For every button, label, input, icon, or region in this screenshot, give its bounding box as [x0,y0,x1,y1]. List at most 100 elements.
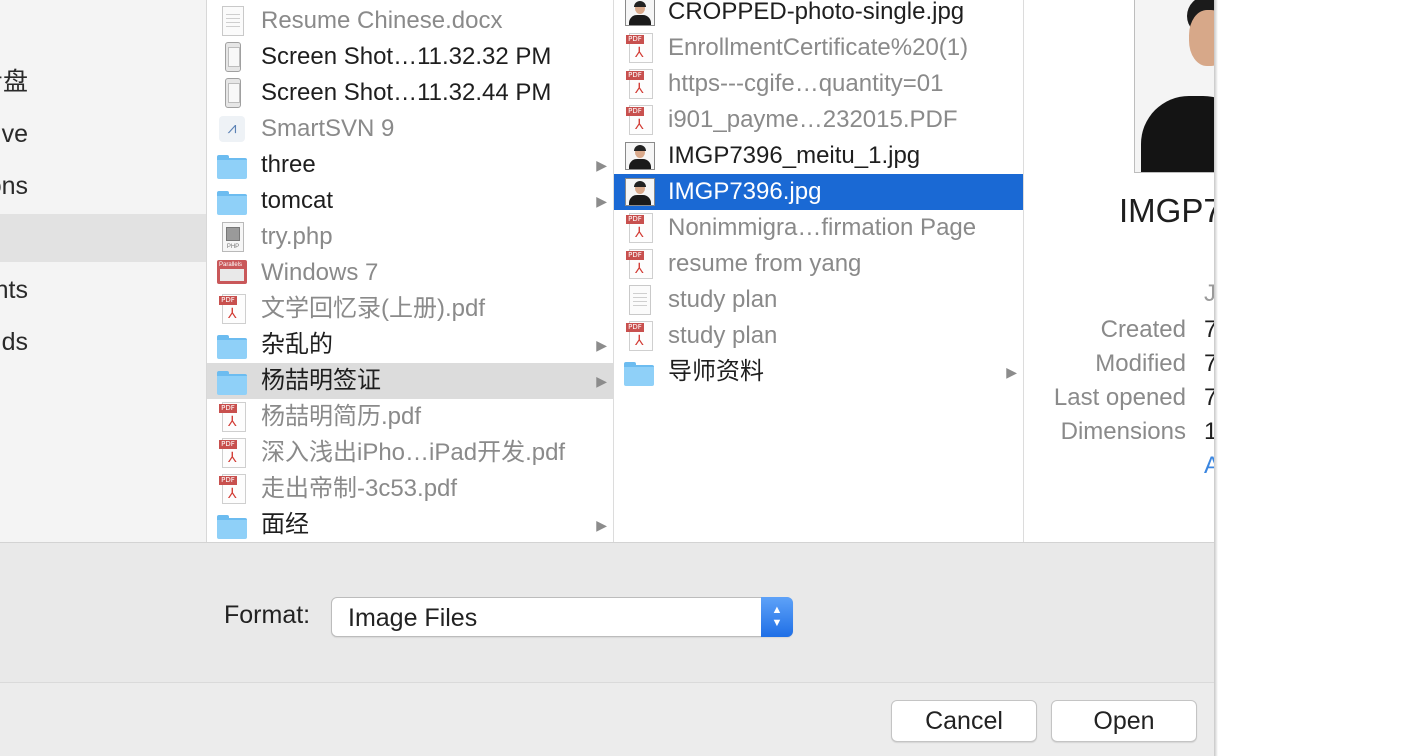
file-name: 导师资料 [668,358,764,385]
format-select[interactable]: Image Files ▲ ▼ [331,597,793,637]
preview-filename: IMGP7 [1119,192,1214,229]
photo-icon [624,0,655,27]
photo-icon [624,177,655,207]
options-area: Format: Image Files ▲ ▼ [0,542,1214,683]
format-label: Format: [224,601,311,629]
preview-pane: IMGP7 J Created 7 Modified 7 Last opened… [1024,0,1214,542]
cancel-button[interactable]: Cancel [891,700,1037,742]
sidebar-item-label: rive [0,120,28,148]
pdf-icon: PDF ⅄ [217,402,247,432]
folder-icon [217,186,247,216]
folder-icon [217,366,247,396]
file-name: 杂乱的 [261,331,333,358]
folder-row[interactable]: tomcat ▶ [207,183,613,219]
sidebar-item-2[interactable]: ons [0,162,206,210]
file-name: 杨喆明签证 [261,367,381,394]
file-name: Resume Chinese.docx [261,7,503,34]
sidebar-item-0[interactable]: 步盘 [0,58,206,106]
modified-label: Modified [1095,350,1186,377]
folder-row[interactable]: 杨喆明签证 ▶ [207,363,613,399]
pdf-icon: PDF ⅄ [217,474,247,504]
chevron-right-icon: ▶ [596,373,607,389]
file-row[interactable]: PDF ⅄ https---cgife…quantity=01 [614,66,1023,102]
folder-icon [217,150,247,180]
folder-icon [217,510,247,540]
file-row[interactable]: Screen Shot…11.32.32 PM [207,39,613,75]
sidebar-item-label: 步盘 [0,68,28,96]
file-row[interactable]: PDF ⅄ i901_payme…232015.PDF [614,102,1023,138]
sidebar-item-5[interactable]: ds [0,318,206,366]
add-tags-link[interactable]: A [1204,452,1214,480]
chevron-right-icon: ▶ [596,157,607,173]
chevron-right-icon: ▶ [596,193,607,209]
folder-row[interactable]: 面经 ▶ [207,507,613,542]
file-name: CROPPED-photo-single.jpg [668,0,965,25]
folder-row[interactable]: 导师资料 ▶ [614,354,1023,390]
file-name: SmartSVN 9 [261,115,395,142]
file-row[interactable]: PDF ⅄ 深入浅出iPho…iPad开发.pdf [207,435,613,471]
file-row[interactable]: PDF ⅄ 走出帝制-3c53.pdf [207,471,613,507]
file-row[interactable]: PDF ⅄ Nonimmigra…firmation Page [614,210,1023,246]
file-row[interactable]: Screen Shot…11.32.44 PM [207,75,613,111]
file-row[interactable]: ⩘ SmartSVN 9 [207,111,613,147]
pdf-icon: PDF ⅄ [624,321,654,351]
sidebar-item-label: ons [0,172,28,200]
file-row[interactable]: IMGP7396.jpg [614,174,1023,210]
file-row[interactable]: PHP try.php [207,219,613,255]
open-button[interactable]: Open [1051,700,1197,742]
file-row[interactable]: PDF ⅄ EnrollmentCertificate%20(1) [614,30,1023,66]
pdf-icon: PDF ⅄ [217,294,247,324]
file-row[interactable]: study plan [614,282,1023,318]
screenshot-icon [217,42,247,72]
pdf-icon: PDF ⅄ [624,33,654,63]
file-name: EnrollmentCertificate%20(1) [668,34,969,61]
file-name: https---cgife…quantity=01 [668,70,944,97]
photo-icon [624,141,655,171]
dialog-shadow [1214,0,1218,756]
browser-column-1[interactable]: Resume Chinese.docx Screen Shot…11.32.32 … [207,0,614,542]
file-name: Screen Shot…11.32.32 PM [261,43,552,70]
file-name: 文学回忆录(上册).pdf [261,295,486,322]
open-file-dialog: 步盘 rive ons nts ds Resume Chinese.docx Sc… [0,0,1214,756]
file-name: Screen Shot…11.32.44 PM [261,79,552,106]
sidebar-item-3[interactable] [0,214,206,262]
file-row[interactable]: Resume Chinese.docx [207,3,613,39]
file-name: study plan [668,286,778,313]
browser-column-2[interactable]: CROPPED-photo-single.jpg PDF ⅄ EnrollmentCe… [614,0,1024,542]
file-row[interactable]: IMGP7396_meitu_1.jpg [614,138,1023,174]
document-icon [217,6,247,36]
vm-icon: Parallels [217,258,247,288]
file-row[interactable]: PDF ⅄ study plan [614,318,1023,354]
file-name: resume from yang [668,250,862,277]
folder-icon [217,330,247,360]
file-name: study plan [668,322,778,349]
file-name: 走出帝制-3c53.pdf [261,475,458,502]
file-name: try.php [261,223,333,250]
file-row[interactable]: PDF ⅄ 杨喆明简历.pdf [207,399,613,435]
chevron-right-icon: ▶ [1006,364,1017,380]
file-row[interactable]: PDF ⅄ 文学回忆录(上册).pdf [207,291,613,327]
file-name: IMGP7396_meitu_1.jpg [668,142,921,169]
file-row[interactable]: Parallels Windows 7 [207,255,613,291]
chevron-right-icon: ▶ [596,517,607,533]
pdf-icon: PDF ⅄ [624,105,654,135]
file-name: Windows 7 [261,259,379,286]
format-select-value: Image Files [348,604,478,632]
created-label: Created [1100,316,1186,343]
pdf-icon: PDF ⅄ [624,213,654,243]
file-row[interactable]: CROPPED-photo-single.jpg [614,0,1023,30]
file-name: three [261,151,316,178]
file-row[interactable]: PDF ⅄ resume from yang [614,246,1023,282]
sidebar-item-label: nts [0,276,28,304]
sidebar-item-4[interactable]: nts [0,266,206,314]
folder-row[interactable]: three ▶ [207,147,613,183]
updown-chevron-icon: ▲ ▼ [761,597,793,637]
document-icon [624,285,654,315]
dimensions-label: Dimensions [1060,418,1186,445]
file-name: 杨喆明简历.pdf [261,403,422,430]
sidebar-item-1[interactable]: rive [0,110,206,158]
folder-row[interactable]: 杂乱的 ▶ [207,327,613,363]
preview-kind: J [1204,280,1214,307]
sidebar: 步盘 rive ons nts ds [0,0,207,542]
pdf-icon: PDF ⅄ [624,69,654,99]
